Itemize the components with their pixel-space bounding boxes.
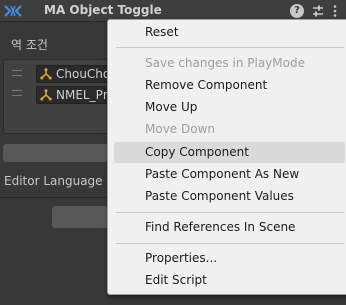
menu-item-copy-component[interactable]: Copy Component [114,142,345,163]
ma-logo-icon [4,5,22,17]
gameobject-icon [40,68,52,80]
menu-item-paste-component-values[interactable]: Paste Component Values [114,186,345,207]
menu-separator [116,212,344,213]
menu-item-move-up[interactable]: Move Up [114,97,345,118]
context-menu: Reset Save changes in PlayMode Remove Co… [107,19,346,295]
drag-handle-icon[interactable] [12,70,22,76]
menu-separator [116,243,344,244]
menu-item-save-changes-in-playmode: Save changes in PlayMode [145,56,305,70]
sliders-icon[interactable] [311,4,325,18]
drag-handle-icon[interactable] [12,90,22,96]
section-label: 역 조건 [11,38,48,52]
object-field-label: NMEL_Pm [56,88,115,102]
menu-item-paste-component-as-new[interactable]: Paste Component As New [114,164,345,185]
menu-separator [116,47,344,48]
editor-language-label: Editor Language [4,174,103,188]
help-icon[interactable]: ? [290,4,304,18]
object-list: ChouChou NMEL_Pm [3,59,124,134]
divider [0,197,120,198]
menu-item-reset[interactable]: Reset [114,22,345,43]
menu-item-properties[interactable]: Properties... [114,248,345,269]
action-button[interactable] [3,144,123,162]
component-title: MA Object Toggle [44,3,162,17]
menu-item-move-down: Move Down [145,122,215,136]
kebab-menu-icon[interactable] [332,4,338,18]
gameobject-icon [40,89,52,101]
menu-item-remove-component[interactable]: Remove Component [114,75,345,96]
menu-item-edit-script[interactable]: Edit Script [114,270,345,291]
menu-item-find-references-in-scene[interactable]: Find References In Scene [114,217,345,238]
